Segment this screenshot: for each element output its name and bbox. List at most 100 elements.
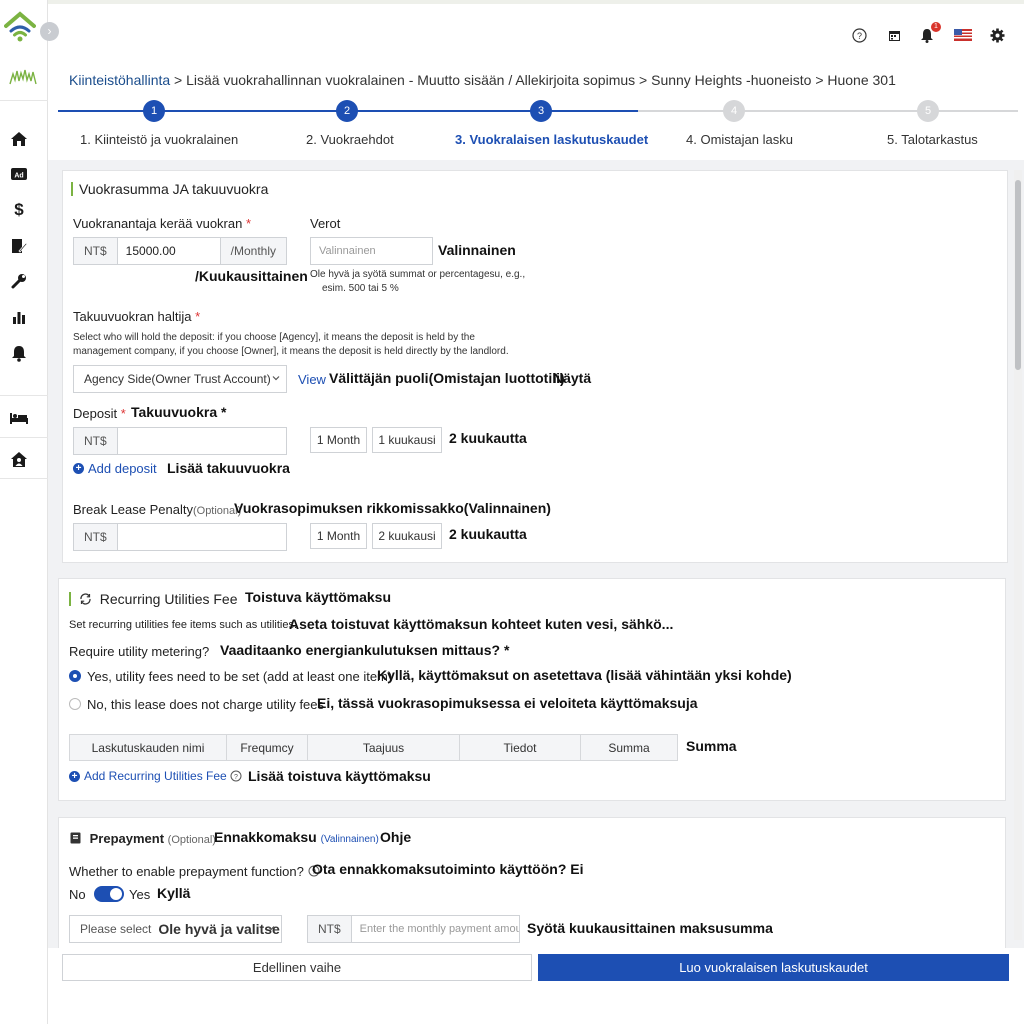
view-link[interactable]: View: [298, 372, 326, 387]
enable-prepayment-label: Whether to enable prepayment function? ?: [69, 864, 320, 879]
utility-yes-label[interactable]: Yes, utility fees need to be set (add at…: [87, 669, 392, 684]
wizard-stepper: 1 2 3 4 5 1. Kiinteistö ja vuokralainen …: [48, 96, 1024, 160]
sidebar: Ad $: [0, 0, 48, 1024]
bell-icon[interactable]: [9, 343, 29, 363]
step-5-label[interactable]: 5. Talotarkastus: [887, 132, 978, 147]
utility-no-translation: Ei, tässä vuokrasopimuksessa ei veloitet…: [317, 695, 698, 711]
rent-amount-value[interactable]: 15000.00: [118, 244, 220, 258]
scrollbar-thumb[interactable]: [1015, 180, 1021, 370]
tax-label: Verot: [310, 216, 341, 231]
utility-no-label[interactable]: No, this lease does not charge utility f…: [87, 697, 324, 712]
toggle-yes-translation: Kyllä: [157, 885, 191, 901]
step-1-dot[interactable]: 1: [143, 100, 165, 122]
chevron-down-icon: [272, 376, 280, 381]
help-circle-icon: ?: [230, 770, 242, 782]
gear-icon[interactable]: [988, 26, 1006, 44]
step-2-dot[interactable]: 2: [336, 100, 358, 122]
utilities-description-translation: Aseta toistuvat käyttömaksun kohteet kut…: [289, 616, 674, 632]
step-4-dot[interactable]: 4: [723, 100, 745, 122]
select-placeholder: Please select: [80, 922, 152, 936]
house-person-icon[interactable]: [9, 449, 29, 469]
monthly-payment-placeholder[interactable]: Enter the monthly payment amour: [352, 923, 519, 935]
bar-chart-icon[interactable]: [9, 307, 29, 327]
home-icon[interactable]: [9, 129, 29, 149]
utilities-title: Recurring Utilities Fee: [69, 591, 238, 607]
previous-step-button[interactable]: Edellinen vaihe: [62, 954, 532, 981]
utility-yes-translation: Kyllä, käyttömaksut on asetettava (lisää…: [377, 667, 792, 683]
step-2-label[interactable]: 2. Vuokraehdot: [306, 132, 394, 147]
currency-prefix: NT$: [74, 238, 118, 264]
breadcrumb-root-link[interactable]: Kiinteistöhallinta: [69, 72, 170, 88]
help-translation: Ohje: [380, 829, 412, 845]
period-suffix: /Monthly: [219, 238, 286, 264]
utility-no-radio[interactable]: [69, 698, 81, 710]
breadcrumb-path: > Lisää vuokrahallinnan vuokralainen - M…: [170, 72, 896, 88]
deposit-holder-value: Agency Side(Owner Trust Account): [84, 372, 271, 386]
prepayment-title: Prepayment (Optional): [70, 831, 216, 846]
tax-placeholder: Valinnainen: [319, 245, 376, 257]
period-translation: /Kuukausittainen: [195, 268, 308, 284]
deposit-1-kuukausi-button[interactable]: 1 kuukausi: [372, 427, 442, 453]
deposit-amount-field[interactable]: NT$: [73, 427, 287, 455]
refresh-icon: [80, 593, 91, 605]
deposit-1-month-button[interactable]: 1 Month: [310, 427, 367, 453]
deposit-holder-help-line-1: Select who will hold the deposit: if you…: [73, 332, 475, 343]
chevron-down-icon: [267, 926, 275, 931]
add-deposit-link[interactable]: + Add deposit: [73, 461, 157, 476]
break-2-kuukausi-button[interactable]: 2 kuukausi: [372, 523, 442, 549]
plus-circle-icon: +: [73, 463, 84, 474]
create-billing-periods-button[interactable]: Luo vuokralaisen laskutuskaudet: [538, 954, 1009, 981]
deposit-holder-select[interactable]: Agency Side(Owner Trust Account): [73, 365, 287, 393]
column-header: Taajuus: [308, 735, 460, 760]
notification-bell-icon[interactable]: 1: [918, 22, 941, 44]
utilities-table-header: Laskutuskauden nimi Frequmcy Taajuus Tie…: [69, 734, 678, 761]
ad-icon[interactable]: Ad: [9, 164, 29, 184]
column-header: Tiedot: [460, 735, 581, 760]
break-lease-label: Break Lease Penalty(Optional): [73, 502, 242, 517]
step-5-dot[interactable]: 5: [917, 100, 939, 122]
prepayment-type-select[interactable]: Please select Ole hyvä ja valitse: [69, 915, 282, 943]
utility-yes-radio[interactable]: [69, 670, 81, 682]
prepayment-title-translation: Ennakkomaksu (Valinnainen): [214, 829, 379, 845]
column-header: Frequmcy: [227, 735, 308, 760]
contract-edit-icon[interactable]: [9, 236, 29, 256]
help-icon[interactable]: ?: [850, 26, 868, 44]
wrench-icon[interactable]: [9, 271, 29, 291]
deposit-2-months-translation: 2 kuukautta: [449, 430, 527, 446]
tax-hint-line-1: Ole hyvä ja syötä summat or percentagesu…: [310, 269, 526, 280]
stepper-remaining-line: [638, 110, 1018, 112]
currency-prefix: NT$: [308, 916, 352, 942]
toggle-no-label: No: [69, 887, 86, 902]
collapse-sidebar-button[interactable]: ›: [40, 22, 59, 41]
deposit-holder-label: Takuuvuokran haltija *: [73, 309, 201, 324]
add-recurring-fee-link[interactable]: + Add Recurring Utilities Fee ?: [69, 769, 242, 783]
currency-prefix: NT$: [74, 524, 118, 550]
breadcrumb: Kiinteistöhallinta > Lisää vuokrahallinn…: [48, 62, 1024, 96]
tax-input[interactable]: Valinnainen: [310, 237, 433, 265]
step-3-label[interactable]: 3. Vuokralaisen laskutuskaudet: [455, 132, 648, 147]
bed-icon[interactable]: [9, 408, 29, 428]
utilities-description: Set recurring utilities fee items such a…: [69, 619, 298, 631]
metering-translation: Vaaditaanko energiankulutuksen mittaus? …: [220, 642, 510, 658]
step-1-label[interactable]: 1. Kiinteistö ja vuokralainen: [80, 132, 238, 147]
toggle-yes-label: Yes: [129, 887, 151, 902]
utilities-title-translation: Toistuva käyttömaksu: [245, 589, 392, 605]
prepayment-toggle[interactable]: [94, 886, 124, 902]
break-lease-amount-field[interactable]: NT$: [73, 523, 287, 551]
brand-mark-icon: [8, 66, 38, 88]
us-flag-icon[interactable]: [953, 26, 973, 44]
sidebar-divider: [0, 100, 48, 101]
enable-prepayment-translation: Ota ennakkomaksutoiminto käyttöön? Ei: [312, 861, 584, 877]
select-translation: Ole hyvä ja valitse: [158, 921, 280, 937]
dollar-icon[interactable]: $: [9, 200, 29, 220]
step-4-label[interactable]: 4. Omistajan lasku: [686, 132, 793, 147]
break-1-month-button[interactable]: 1 Month: [310, 523, 367, 549]
step-3-dot[interactable]: 3: [530, 100, 552, 122]
page-scrollbar[interactable]: [1014, 170, 1022, 940]
column-header: Summa: [608, 740, 650, 755]
sidebar-divider: [0, 437, 48, 438]
calendar-icon[interactable]: [885, 26, 903, 44]
rent-amount-field[interactable]: NT$ 15000.00 /Monthly: [73, 237, 287, 265]
monthly-payment-field[interactable]: NT$ Enter the monthly payment amour: [307, 915, 520, 943]
break-lease-translation: Vuokrasopimuksen rikkomissakko(Valinnain…: [234, 500, 551, 516]
